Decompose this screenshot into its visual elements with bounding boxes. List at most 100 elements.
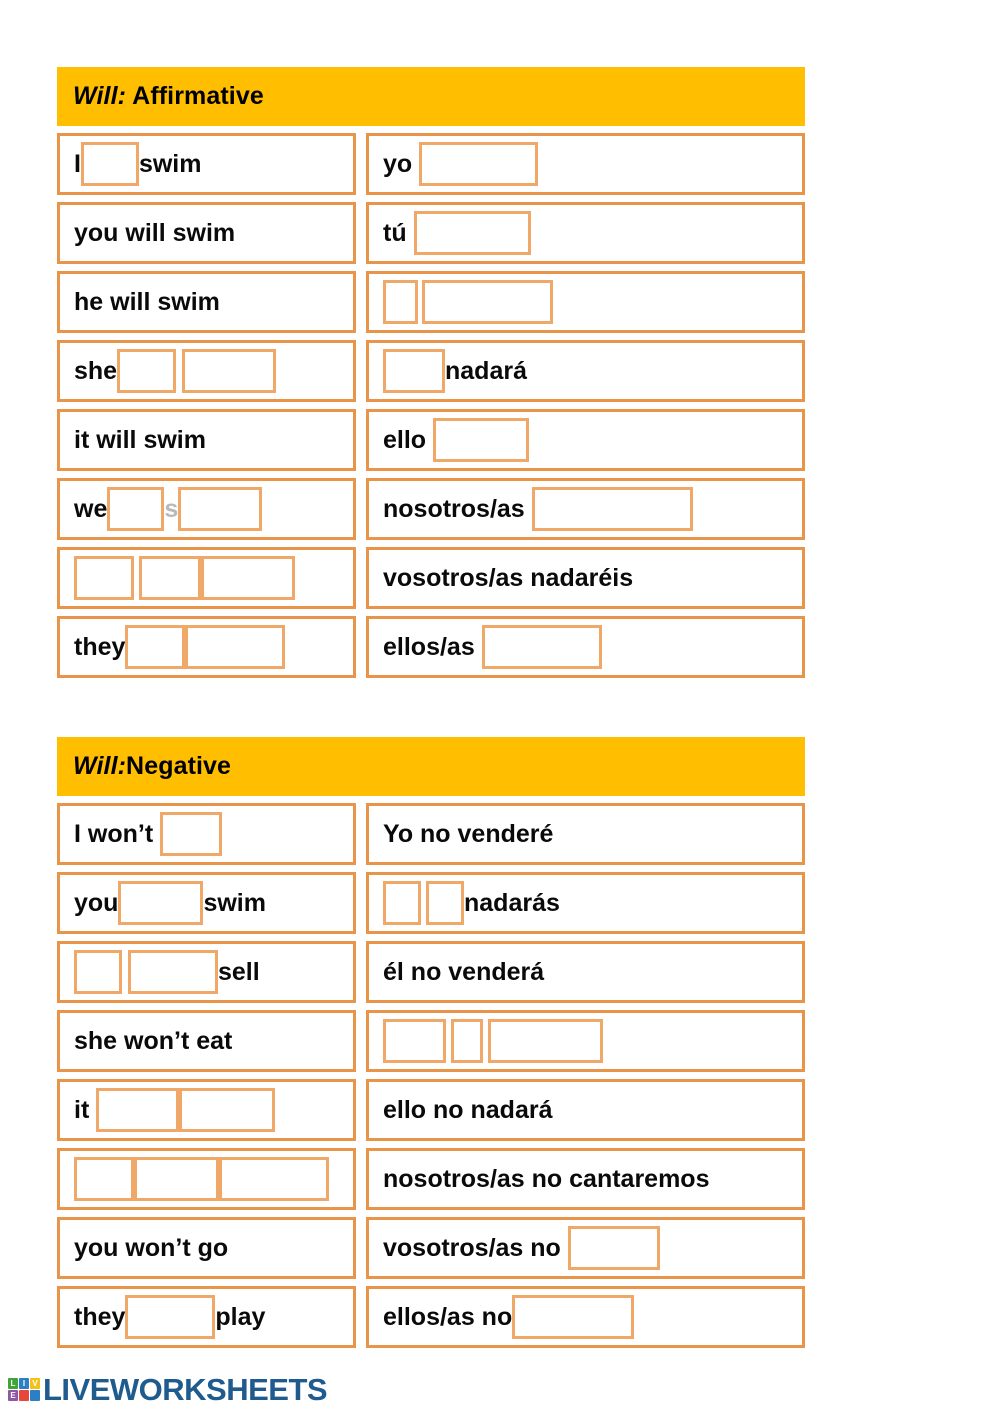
answer-blank[interactable] — [118, 881, 204, 925]
worksheet-cell-right: yo — [366, 133, 805, 195]
worksheet-cell-right: ellos/as no — [366, 1286, 805, 1348]
answer-blank[interactable] — [96, 1088, 180, 1132]
answer-blank[interactable] — [383, 349, 445, 393]
answer-blank[interactable] — [488, 1019, 603, 1063]
sentence-text: it — [74, 1095, 97, 1124]
answer-blank[interactable] — [512, 1295, 635, 1339]
table-row: we s nosotros/as — [57, 478, 805, 540]
table-row: she won’t eat — [57, 1010, 805, 1072]
worksheet-cell-left: they play — [57, 1286, 356, 1348]
answer-blank[interactable] — [481, 625, 602, 669]
sentence-text: we — [74, 494, 108, 523]
worksheet-cell-left: she — [57, 340, 356, 402]
logo-tile: L — [8, 1378, 18, 1389]
worksheet-cell-left: it — [57, 1079, 356, 1141]
section-title: Will:Negative — [73, 752, 231, 781]
answer-blank[interactable] — [74, 1157, 134, 1201]
section-rows: I won’t Yo no venderé you swim nadarás sell é… — [57, 803, 805, 1348]
section-rows: Iswim yo you will swim tú he will swim she n… — [57, 133, 805, 678]
answer-blank[interactable] — [433, 418, 530, 462]
table-row: he will swim — [57, 271, 805, 333]
sentence-text: nadará — [445, 356, 527, 385]
section-title-rest: Affirmative — [126, 82, 264, 110]
sentence-text: sell — [218, 957, 260, 986]
answer-blank[interactable] — [134, 1157, 219, 1201]
worksheet-cell-left — [57, 1148, 356, 1210]
answer-blank[interactable] — [128, 950, 218, 994]
worksheet-cell-right: ellos/as — [366, 616, 805, 678]
answer-blank[interactable] — [139, 556, 201, 600]
answer-blank[interactable] — [117, 349, 177, 393]
answer-blank[interactable] — [182, 349, 277, 393]
answer-blank[interactable] — [383, 1019, 446, 1063]
answer-blank[interactable] — [201, 556, 295, 600]
sentence-text: vosotros/as nadaréis — [383, 563, 634, 592]
worksheet-cell-left: they — [57, 616, 356, 678]
answer-blank[interactable] — [383, 881, 421, 925]
sentence-text: tú — [383, 218, 414, 247]
liveworksheets-mark-icon: LIV E — [8, 1378, 40, 1401]
answer-blank[interactable] — [413, 211, 531, 255]
answer-blank[interactable] — [185, 625, 286, 669]
sentence-text: you won’t go — [74, 1233, 229, 1262]
answer-blank[interactable] — [451, 1019, 483, 1063]
worksheet-cell-left: it will swim — [57, 409, 356, 471]
sentence-text: ello no nadará — [383, 1095, 553, 1124]
sentence-text: s — [164, 494, 179, 523]
sentence-text: she won’t eat — [74, 1026, 233, 1055]
answer-blank[interactable] — [80, 142, 139, 186]
sentence-text: Yo no venderé — [383, 819, 554, 848]
sentence-text: they — [74, 632, 126, 661]
answer-blank[interactable] — [531, 487, 693, 531]
answer-blank[interactable] — [419, 142, 539, 186]
sentence-text: ello — [383, 425, 434, 454]
answer-blank[interactable] — [383, 280, 418, 324]
worksheet-cell-right: vosotros/as no — [366, 1217, 805, 1279]
section-header-affirmative: Will: Affirmative — [57, 67, 805, 126]
sentence-text: nadarás — [464, 888, 560, 917]
sentence-text: ellos/as — [383, 632, 482, 661]
table-row: you swim nadarás — [57, 872, 805, 934]
liveworksheets-wordmark: LIVEWORKSHEETS — [43, 1372, 328, 1407]
answer-blank[interactable] — [178, 487, 263, 531]
worksheet-cell-right: nosotros/as — [366, 478, 805, 540]
answer-blank[interactable] — [219, 1157, 329, 1201]
worksheet-cell-right — [366, 271, 805, 333]
worksheet-cell-right: ello — [366, 409, 805, 471]
liveworksheets-logo: LIV E LIVEWORKSHEETS — [8, 1372, 328, 1407]
worksheet-cell-right: ello no nadará — [366, 1079, 805, 1141]
worksheet-cell-right: nadará — [366, 340, 805, 402]
sentence-text: she — [74, 356, 118, 385]
worksheet: Will: Affirmative Iswim yo you will swim tú… — [57, 67, 805, 1355]
answer-blank[interactable] — [74, 950, 122, 994]
sentence-text: he will swim — [74, 287, 220, 316]
table-row: nosotros/as no cantaremos — [57, 1148, 805, 1210]
answer-blank[interactable] — [567, 1226, 660, 1270]
sentence-text: swim — [138, 149, 202, 178]
answer-blank[interactable] — [125, 1295, 216, 1339]
answer-blank[interactable] — [107, 487, 165, 531]
worksheet-cell-left: you won’t go — [57, 1217, 356, 1279]
logo-tile — [30, 1390, 40, 1401]
worksheet-cell-left: sell — [57, 941, 356, 1003]
sentence-text: play — [215, 1302, 266, 1331]
worksheet-cell-left: you will swim — [57, 202, 356, 264]
worksheet-cell-left: Iswim — [57, 133, 356, 195]
answer-blank[interactable] — [125, 625, 186, 669]
section-title-rest: Negative — [126, 752, 232, 780]
section-affirmative: Will: Affirmative Iswim yo you will swim tú… — [57, 67, 805, 678]
answer-blank[interactable] — [179, 1088, 276, 1132]
logo-tile: E — [8, 1390, 18, 1401]
sentence-text: él no venderá — [383, 957, 545, 986]
table-row: it will swim ello — [57, 409, 805, 471]
table-row: they play ellos/as no — [57, 1286, 805, 1348]
answer-blank[interactable] — [74, 556, 134, 600]
answer-blank[interactable] — [422, 280, 553, 324]
table-row: they ellos/as — [57, 616, 805, 678]
worksheet-cell-right: nadarás — [366, 872, 805, 934]
answer-blank[interactable] — [426, 881, 464, 925]
sentence-text: vosotros/as no — [383, 1233, 568, 1262]
table-row: she nadará — [57, 340, 805, 402]
sentence-text: nosotros/as — [383, 494, 532, 523]
answer-blank[interactable] — [160, 812, 223, 856]
